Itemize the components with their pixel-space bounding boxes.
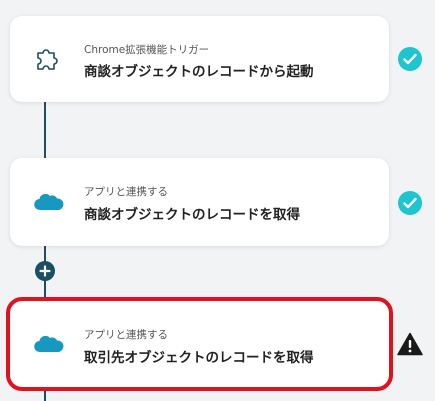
flow-connector xyxy=(44,387,46,401)
check-icon xyxy=(398,191,422,215)
salesforce-cloud-icon xyxy=(32,189,64,215)
flow-step-trigger[interactable]: Chrome拡張機能トリガー 商談オブジェクトのレコードから起動 xyxy=(10,16,389,102)
step-subtitle: アプリと連携する xyxy=(84,329,168,341)
salesforce-cloud-icon xyxy=(32,331,64,357)
step-title: 商談オブジェクトのレコードを取得 xyxy=(84,207,300,223)
check-icon xyxy=(398,47,422,71)
puzzle-icon xyxy=(32,46,62,72)
plus-icon xyxy=(39,265,51,277)
step-title: 取引先オブジェクトのレコードを取得 xyxy=(84,350,314,366)
flow-step-get-account[interactable]: アプリと連携する 取引先オブジェクトのレコードを取得 xyxy=(6,297,393,391)
step-subtitle: Chrome拡張機能トリガー xyxy=(84,44,210,56)
flow-connector xyxy=(44,100,46,159)
flow-step-get-opportunity[interactable]: アプリと連携する 商談オブジェクトのレコードを取得 xyxy=(10,158,389,246)
warning-icon xyxy=(397,332,423,360)
step-subtitle: アプリと連携する xyxy=(84,186,168,198)
step-title: 商談オブジェクトのレコードから起動 xyxy=(84,64,314,80)
add-step-button[interactable] xyxy=(35,261,55,281)
